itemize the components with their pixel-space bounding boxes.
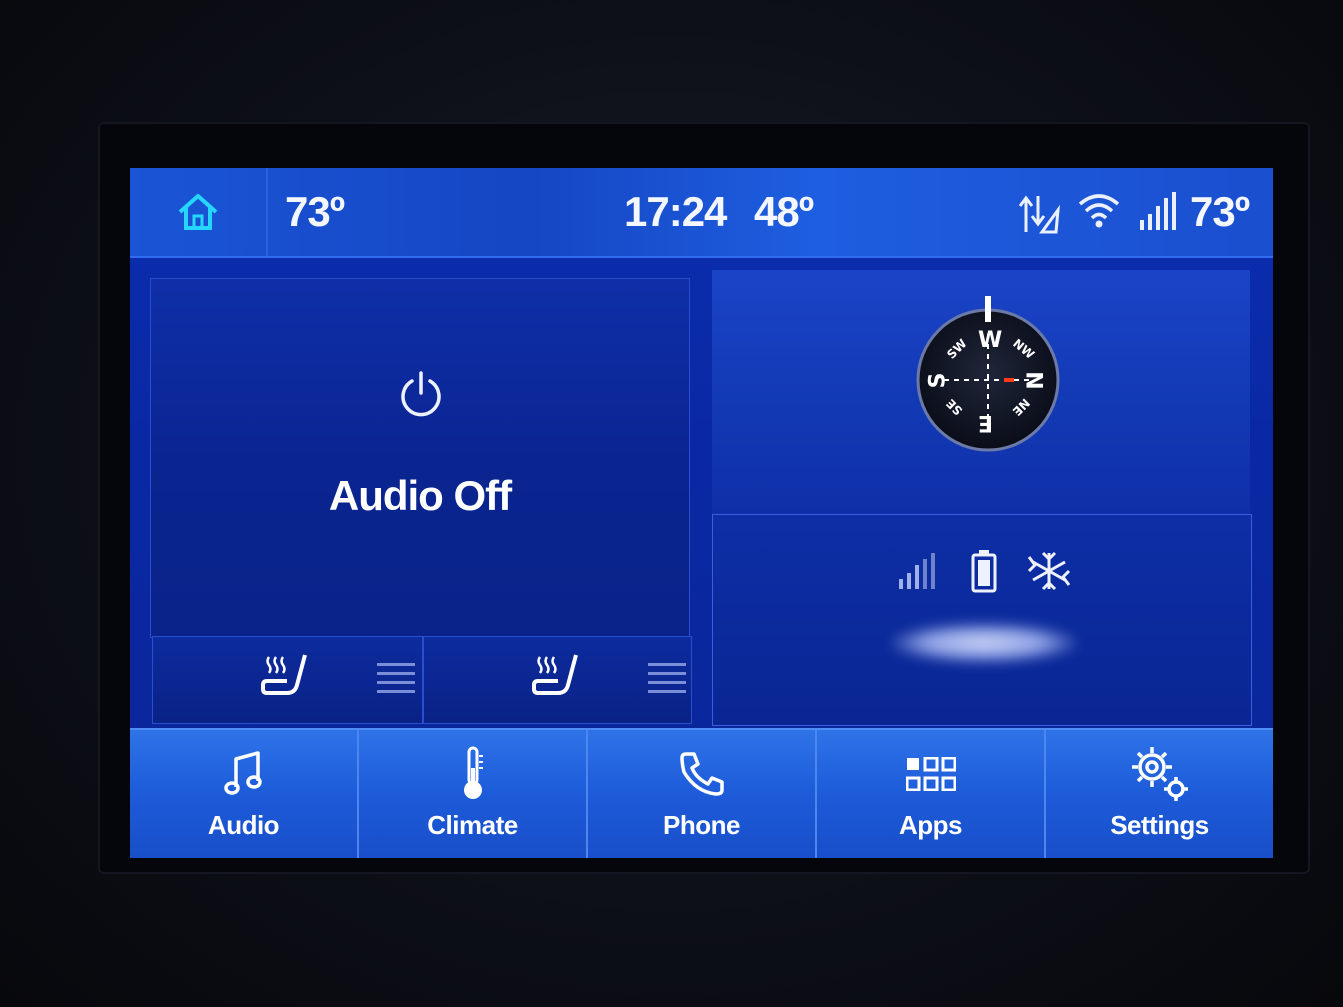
compass-label-s: S <box>925 372 951 389</box>
compass-panel[interactable]: W NW N NE E SE S SW <box>712 270 1250 514</box>
compass-label-n: N <box>1020 371 1046 390</box>
passenger-heated-seat-icon <box>532 654 578 695</box>
compass-label-nw: NW <box>1010 336 1038 362</box>
wifi-icon <box>1078 194 1120 228</box>
compass-label-ne: NE <box>1009 395 1033 419</box>
nav-phone-label: Phone <box>663 810 740 840</box>
thermometer-icon <box>460 746 486 802</box>
infotainment-screen: 73º 17:24 48º 73º Audio Off W NW N NE E … <box>130 168 1273 858</box>
passenger-seat-level-icon <box>648 663 686 693</box>
compass-label-e: E <box>978 410 994 435</box>
audio-panel[interactable]: Audio Off <box>150 278 690 638</box>
navigation-sync-icon <box>1018 195 1060 234</box>
driver-heated-seat-button[interactable] <box>153 637 421 723</box>
outside-temperature: 48º <box>754 188 814 235</box>
compass-label-se: SE <box>943 396 966 418</box>
passenger-heated-seat-button[interactable] <box>424 637 692 723</box>
phone-signal-icon <box>899 553 935 589</box>
music-note-icon <box>223 746 264 802</box>
cell-signal-icon <box>1140 192 1176 230</box>
nav-apps-button[interactable]: Apps <box>817 730 1046 858</box>
bottom-navigation: Audio Climate Phone Apps Settings <box>130 728 1273 858</box>
seat-controls <box>152 636 692 724</box>
bluetooth-icon <box>1027 551 1071 591</box>
nav-audio-label: Audio <box>207 810 280 840</box>
nav-climate-label: Climate <box>427 810 518 840</box>
phone-handset-icon <box>678 746 726 802</box>
status-bar: 73º 17:24 48º 73º <box>130 168 1273 258</box>
apps-grid-icon <box>905 746 956 802</box>
driver-seat-level-icon <box>377 663 415 693</box>
phone-battery-icon <box>971 550 997 593</box>
nav-audio-button[interactable]: Audio <box>130 730 359 858</box>
home-button[interactable] <box>130 168 268 256</box>
clock-time: 17:24 <box>624 188 727 235</box>
nav-phone-button[interactable]: Phone <box>588 730 817 858</box>
right-temperature[interactable]: 73º <box>1190 188 1250 236</box>
nav-climate-button[interactable]: Climate <box>359 730 588 858</box>
power-icon <box>401 371 441 417</box>
connected-phone-name-redacted <box>891 623 1077 663</box>
compass-label-sw: SW <box>944 336 970 362</box>
audio-status-label: Audio Off <box>328 472 512 519</box>
nav-settings-button[interactable]: Settings <box>1046 730 1273 858</box>
inside-temperature[interactable]: 73º <box>285 188 345 236</box>
nav-settings-label: Settings <box>1110 810 1209 840</box>
compass-labels: W NW N NE E SE S SW <box>908 294 1068 454</box>
driver-heated-seat-icon <box>261 654 307 695</box>
nav-apps-label: Apps <box>899 810 963 840</box>
home-icon <box>178 194 218 230</box>
gear-icon <box>1130 746 1190 802</box>
phone-status-panel[interactable] <box>712 514 1252 726</box>
compass-label-w: W <box>978 328 1003 353</box>
